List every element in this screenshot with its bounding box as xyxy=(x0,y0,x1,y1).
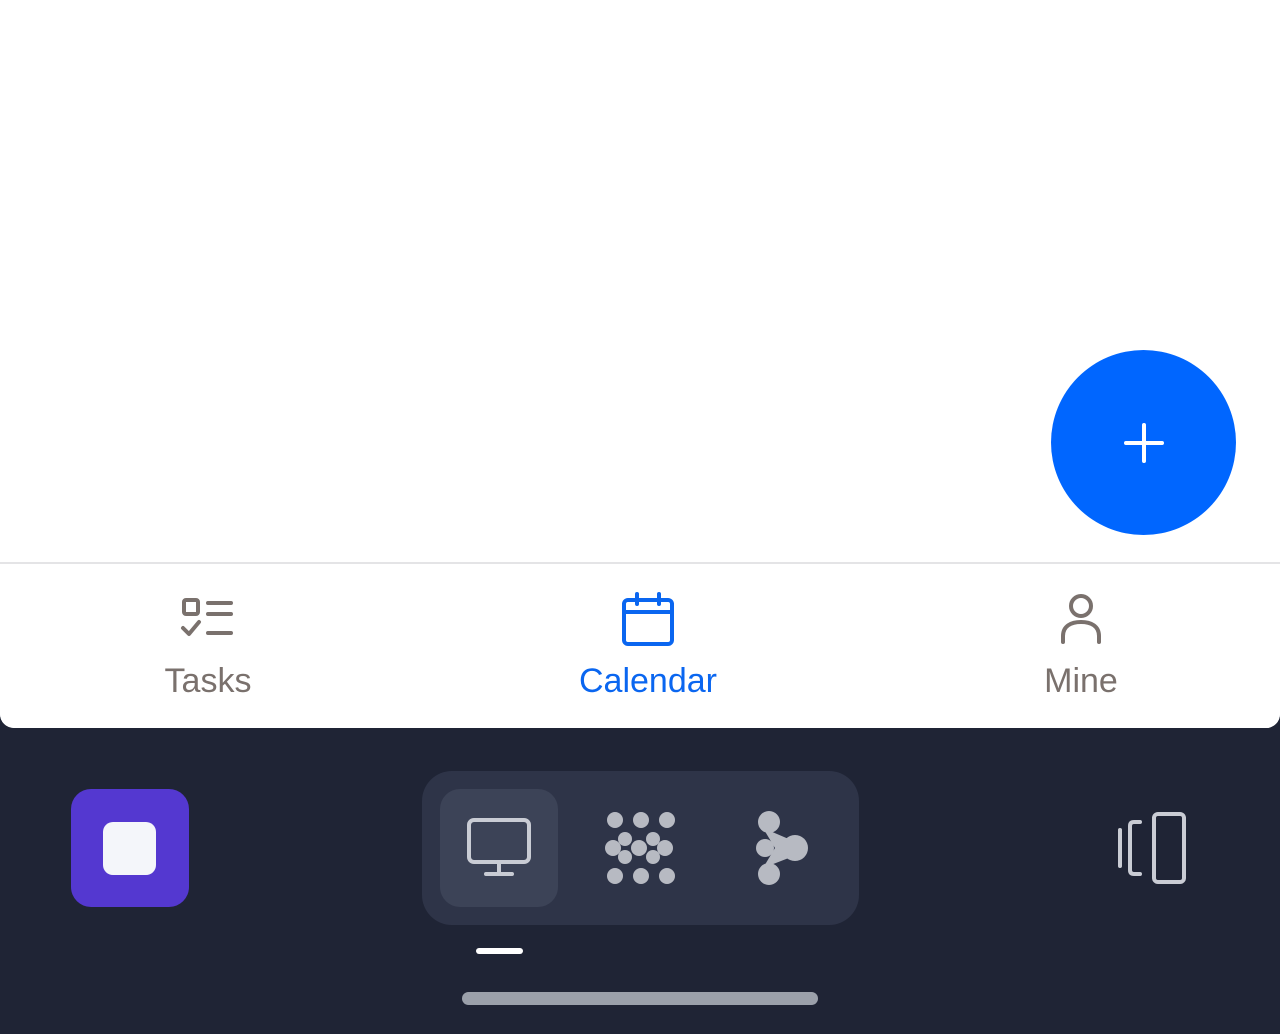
tab-mine[interactable]: Mine xyxy=(931,564,1231,728)
bottom-tab-bar: Tasks Calendar Mine xyxy=(0,562,1280,728)
rotate-button[interactable] xyxy=(1110,812,1194,884)
system-dock xyxy=(422,771,859,925)
plus-icon xyxy=(1123,422,1164,463)
dots-grid-icon xyxy=(605,812,675,884)
tab-calendar-label: Calendar xyxy=(579,662,717,700)
share-button[interactable] xyxy=(724,789,842,907)
person-icon xyxy=(1061,594,1101,644)
desktop-monitor-icon xyxy=(467,818,531,876)
tab-tasks[interactable]: Tasks xyxy=(58,564,358,728)
home-indicator-bar[interactable] xyxy=(462,992,818,1005)
tasks-checklist-icon xyxy=(181,598,233,636)
calendar-icon xyxy=(622,592,674,646)
app-window: Tasks Calendar Mine xyxy=(0,0,1280,728)
tab-mine-label: Mine xyxy=(1044,662,1118,700)
stop-button[interactable] xyxy=(71,789,189,907)
rotate-device-icon xyxy=(1118,812,1186,884)
stop-square-icon xyxy=(103,822,156,875)
tab-tasks-label: Tasks xyxy=(164,662,252,700)
tab-calendar[interactable]: Calendar xyxy=(498,564,798,728)
add-button[interactable] xyxy=(1051,350,1236,535)
active-dock-indicator xyxy=(476,948,523,954)
desktop-mode-button[interactable] xyxy=(440,789,558,907)
share-nodes-icon xyxy=(756,811,808,885)
apps-grid-button[interactable] xyxy=(582,789,700,907)
